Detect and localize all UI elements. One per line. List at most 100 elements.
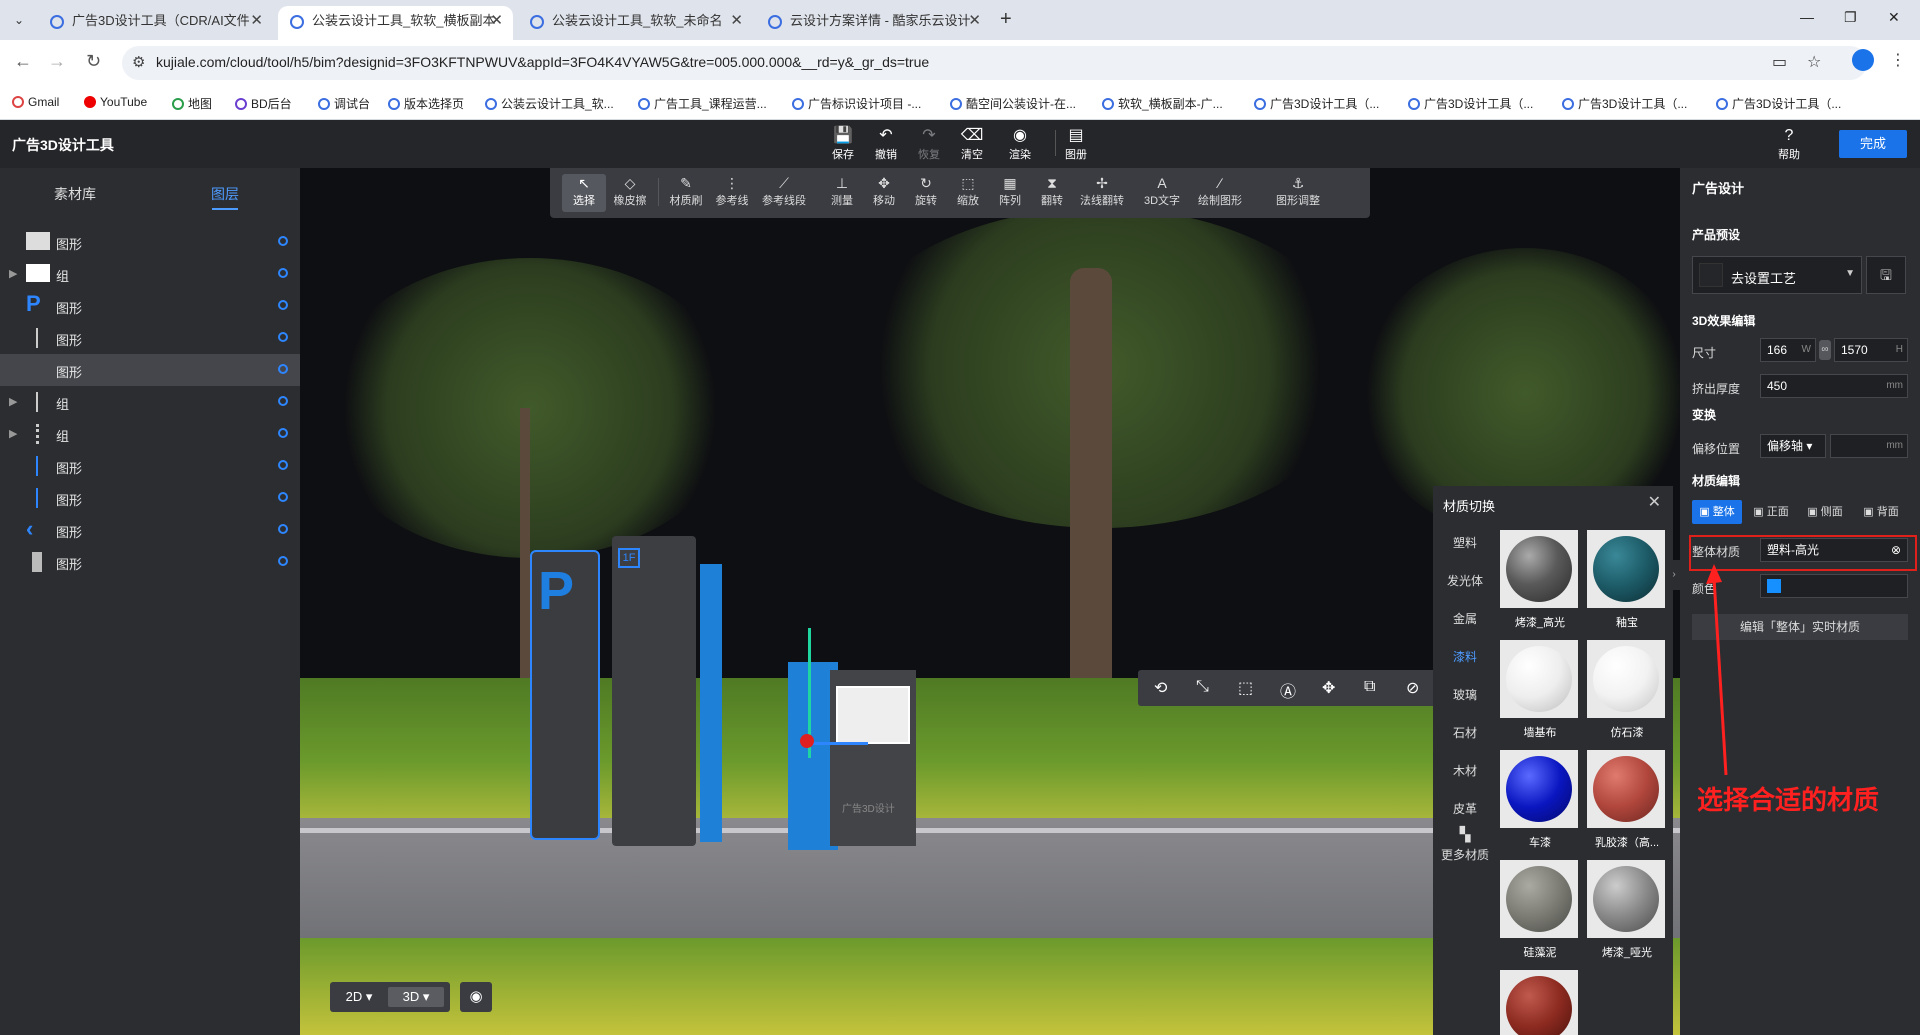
height-field[interactable]: 1570 H <box>1834 338 1908 362</box>
layer-row[interactable]: ‹ 图形 <box>0 514 300 546</box>
browser-tab-4[interactable]: 云设计方案详情 - 酷家乐云设计 ✕ <box>756 6 991 40</box>
bookmark-item[interactable]: 酷空间公装设计-在... <box>950 95 1076 112</box>
bookmark-item[interactable]: 版本选择页 <box>388 95 464 112</box>
material-item[interactable] <box>1500 970 1580 1035</box>
redo-button[interactable]: ↷ 恢复 <box>909 126 949 162</box>
gizmo-origin[interactable] <box>800 734 814 748</box>
visibility-eye-icon[interactable]: ◉ <box>460 982 492 1012</box>
tab-close-icon[interactable]: ✕ <box>490 6 503 36</box>
bookmark-item[interactable]: 广告3D设计工具（... <box>1254 95 1379 112</box>
orbit-icon[interactable]: ⟲ <box>1154 678 1167 698</box>
layer-row[interactable]: 图形 <box>0 450 300 482</box>
done-button[interactable]: 完成 <box>1839 130 1907 158</box>
parking-sign[interactable]: P <box>530 550 600 840</box>
layer-link-icon[interactable] <box>278 332 288 342</box>
material-item[interactable]: 墙基布 <box>1500 640 1580 740</box>
bookmark-item[interactable]: 广告标识设计项目 -... <box>792 95 921 112</box>
layer-row[interactable]: 图形 <box>0 482 300 514</box>
extrude-field[interactable]: 450 mm <box>1760 374 1908 398</box>
bookmark-item[interactable]: BD后台 <box>235 95 292 112</box>
layer-link-icon[interactable] <box>278 524 288 534</box>
tool-rotate[interactable]: ↻ 旋转 <box>904 174 948 208</box>
blue-pillar[interactable] <box>700 564 722 842</box>
material-category-active[interactable]: 漆料 <box>1437 648 1493 665</box>
forward-arrow-icon[interactable]: → <box>48 51 66 72</box>
preset-dropdown[interactable]: 去设置工艺 ▼ <box>1692 256 1862 294</box>
color-field[interactable] <box>1760 574 1908 598</box>
scale-icon[interactable]: ⤡ <box>1196 678 1209 696</box>
clear-button[interactable]: ⌫ 清空 <box>952 126 992 162</box>
tab-search-chevron-icon[interactable]: ⌄ <box>8 9 30 31</box>
tool-scale[interactable]: ⬚ 缩放 <box>946 174 990 208</box>
material-item[interactable]: 车漆 <box>1500 750 1580 850</box>
layer-link-icon[interactable] <box>278 492 288 502</box>
save-button[interactable]: 💾 保存 <box>823 126 863 162</box>
layer-link-icon[interactable] <box>278 396 288 406</box>
offset-value-field[interactable]: mm <box>1830 434 1908 458</box>
material-category[interactable]: 塑料 <box>1437 534 1493 551</box>
back-arrow-icon[interactable]: ← <box>14 51 32 72</box>
bookmark-item[interactable]: YouTube <box>84 95 147 109</box>
hide-icon[interactable]: ⊘ <box>1406 678 1419 698</box>
expand-arrow-icon[interactable]: ▶ <box>9 395 17 408</box>
map-board-sign[interactable]: 广告3D设计 <box>830 670 916 846</box>
tab-close-icon[interactable]: ✕ <box>250 6 263 36</box>
tool-measure[interactable]: ⊥ 测量 <box>820 174 864 208</box>
face-tab-side[interactable]: ▣ 侧面 <box>1800 500 1850 524</box>
site-info-icon[interactable]: ⚙ <box>132 53 145 71</box>
tab-close-icon[interactable]: ✕ <box>968 6 981 36</box>
material-item[interactable]: 烤漆_高光 <box>1500 530 1580 630</box>
layer-link-icon[interactable] <box>278 300 288 310</box>
layer-link-icon[interactable] <box>278 364 288 374</box>
tool-array[interactable]: ▦ 阵列 <box>988 174 1032 208</box>
tool-normal-flip[interactable]: ✢ 法线翻转 <box>1080 174 1124 208</box>
tool-3d-text[interactable]: A 3D文字 <box>1140 174 1184 208</box>
bookmark-item[interactable]: 地图 <box>172 95 212 112</box>
face-tab-back[interactable]: ▣ 背面 <box>1854 500 1908 524</box>
bookmark-item[interactable]: 公装云设计工具_软... <box>485 95 614 112</box>
drawing-button[interactable]: ▤ 图册 <box>1056 126 1096 162</box>
tab-close-icon[interactable]: ✕ <box>730 6 743 36</box>
layer-row[interactable]: ▶ 组 <box>0 258 300 290</box>
bookmark-item[interactable]: 广告3D设计工具（... <box>1562 95 1687 112</box>
layer-row[interactable]: P 图形 <box>0 290 300 322</box>
tool-material-brush[interactable]: ✎ 材质刷 <box>664 174 708 208</box>
browser-tab-3[interactable]: 公装云设计工具_软软_未命名 ✕ <box>518 6 753 40</box>
width-field[interactable]: 166 W <box>1760 338 1816 362</box>
bookmark-item[interactable]: 广告3D设计工具（... <box>1408 95 1533 112</box>
bookmark-star-icon[interactable]: ☆ <box>1807 52 1821 72</box>
new-tab-plus-icon[interactable]: + <box>1000 8 1012 31</box>
browser-menu-icon[interactable]: ⋮ <box>1890 50 1906 70</box>
close-window-icon[interactable]: ✕ <box>1888 9 1900 26</box>
floor-sign[interactable]: 1F <box>612 536 696 846</box>
layer-link-icon[interactable] <box>278 428 288 438</box>
undo-button[interactable]: ↶ 撤销 <box>866 126 906 162</box>
view-2d-button[interactable]: 2D ▾ <box>336 987 382 1007</box>
bookmark-item[interactable]: 广告工具_课程运营... <box>638 95 767 112</box>
reload-icon[interactable]: ↻ <box>86 51 101 72</box>
offset-axis-select[interactable]: 偏移轴 ▾ <box>1760 434 1826 458</box>
layer-row[interactable]: 图形 <box>0 546 300 578</box>
layer-link-icon[interactable] <box>278 460 288 470</box>
material-category[interactable]: 石材 <box>1437 724 1493 741</box>
close-icon[interactable]: ✕ <box>1648 492 1661 512</box>
copy-icon[interactable]: ⧉ <box>1364 678 1375 696</box>
tool-flip[interactable]: ⧗ 翻转 <box>1030 174 1074 208</box>
bookmark-item[interactable]: 调试台 <box>318 95 370 112</box>
bookmark-item[interactable]: 软软_横板副本-广... <box>1102 95 1223 112</box>
minimize-icon[interactable]: — <box>1800 9 1814 25</box>
help-button[interactable]: ? 帮助 <box>1769 126 1809 162</box>
view-3d-button[interactable]: 3D ▾ <box>388 987 444 1007</box>
material-category[interactable]: 木材 <box>1437 762 1493 779</box>
more-materials-icon[interactable]: ▚ <box>1437 826 1493 843</box>
browser-tab-2-active[interactable]: 公装云设计工具_软软_横板副本 ✕ <box>278 6 513 40</box>
tab-materials[interactable]: 素材库 <box>54 184 96 204</box>
material-item[interactable]: 仿石漆 <box>1587 640 1667 740</box>
bookmark-item[interactable]: Gmail <box>12 95 59 109</box>
move-icon[interactable]: ✥ <box>1322 678 1335 698</box>
bookmark-item[interactable]: 广告3D设计工具（... <box>1716 95 1841 112</box>
tool-move[interactable]: ✥ 移动 <box>862 174 906 208</box>
layer-row[interactable]: ▶ 组 <box>0 386 300 418</box>
url-field[interactable]: ⚙ kujiale.com/cloud/tool/h5/bim?designid… <box>122 46 1867 80</box>
expand-arrow-icon[interactable]: ▶ <box>9 267 17 280</box>
